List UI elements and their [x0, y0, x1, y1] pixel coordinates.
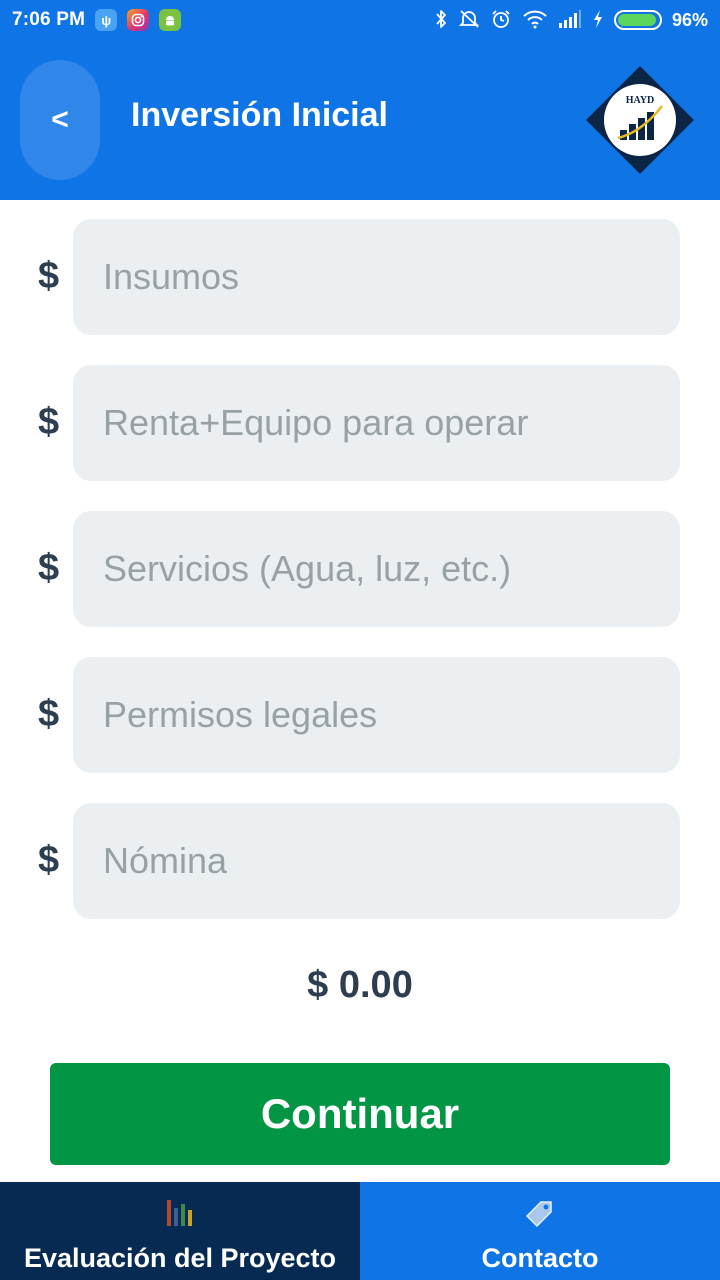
form-row-servicios: $ [0, 511, 720, 627]
hayd-logo: HAYD [584, 64, 696, 176]
nomina-input[interactable] [73, 803, 680, 919]
back-icon: < [51, 103, 69, 136]
form-row-nomina: $ [0, 803, 720, 919]
charging-icon [592, 9, 604, 32]
tab-label: Contacto [481, 1243, 599, 1273]
bottom-tab-bar: Evaluación del Proyecto Contacto [0, 1182, 720, 1280]
form-row-renta-equipo: $ [0, 365, 720, 481]
alarm-icon [490, 9, 512, 32]
app-header: < Inversión Inicial HAYD [0, 40, 720, 200]
bar-chart-icon [163, 1196, 197, 1230]
insumos-input[interactable] [73, 219, 680, 335]
continue-button[interactable]: Continuar [50, 1063, 670, 1165]
currency-symbol: $ [38, 839, 60, 881]
currency-symbol: $ [38, 547, 60, 589]
battery-percent: 96% [671, 9, 708, 30]
tab-evaluacion-del-proyecto[interactable]: Evaluación del Proyecto [0, 1182, 360, 1280]
status-bar: 7:06 PM ψ 96% [0, 0, 720, 40]
battery-fill [617, 14, 657, 26]
status-time: 7:06 PM [12, 9, 86, 30]
tag-icon [523, 1196, 557, 1230]
tab-label: Evaluación del Proyecto [23, 1243, 337, 1273]
wifi-icon [522, 9, 548, 32]
usb-icon: ψ [95, 9, 118, 31]
battery-icon [613, 10, 662, 30]
currency-symbol: $ [38, 693, 60, 735]
status-right: 96% [434, 9, 708, 32]
status-left: 7:06 PM ψ [12, 9, 182, 31]
permisos-legales-input[interactable] [73, 657, 680, 773]
logo-text: HAYD [626, 95, 655, 106]
renta-equipo-input[interactable] [73, 365, 680, 481]
back-button[interactable]: < [20, 60, 100, 180]
android-icon [159, 9, 182, 31]
form-row-permisos: $ [0, 657, 720, 773]
bluetooth-icon [434, 9, 448, 32]
instagram-icon [127, 9, 150, 31]
mute-icon [458, 9, 480, 32]
currency-symbol: $ [38, 401, 60, 443]
form-row-insumos: $ [0, 219, 720, 335]
servicios-input[interactable] [73, 511, 680, 627]
page-title: Inversión Inicial [131, 96, 388, 134]
currency-symbol: $ [38, 255, 60, 297]
tab-contacto[interactable]: Contacto [360, 1182, 720, 1280]
signal-icon [558, 9, 582, 32]
total-amount: $ 0.00 [307, 964, 413, 1006]
